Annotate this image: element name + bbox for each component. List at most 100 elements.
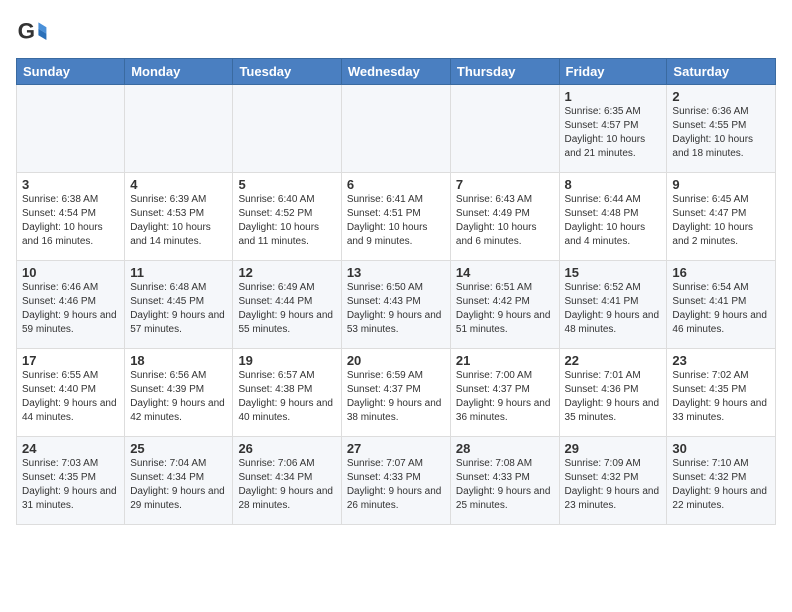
day-number: 14 (456, 265, 554, 280)
day-info: Sunrise: 6:48 AM Sunset: 4:45 PM Dayligh… (130, 281, 227, 337)
day-number: 8 (565, 177, 662, 192)
day-number: 27 (347, 441, 445, 456)
calendar-cell: 15Sunrise: 6:52 AM Sunset: 4:41 PM Dayli… (559, 261, 667, 349)
day-number: 3 (22, 177, 119, 192)
day-info: Sunrise: 7:03 AM Sunset: 4:35 PM Dayligh… (22, 457, 119, 513)
day-info: Sunrise: 7:08 AM Sunset: 4:33 PM Dayligh… (456, 457, 554, 513)
calendar-cell: 14Sunrise: 6:51 AM Sunset: 4:42 PM Dayli… (450, 261, 559, 349)
calendar-cell: 2Sunrise: 6:36 AM Sunset: 4:55 PM Daylig… (667, 85, 776, 173)
calendar-cell: 30Sunrise: 7:10 AM Sunset: 4:32 PM Dayli… (667, 437, 776, 525)
day-info: Sunrise: 6:54 AM Sunset: 4:41 PM Dayligh… (672, 281, 770, 337)
day-info: Sunrise: 6:39 AM Sunset: 4:53 PM Dayligh… (130, 193, 227, 249)
calendar-cell: 1Sunrise: 6:35 AM Sunset: 4:57 PM Daylig… (559, 85, 667, 173)
calendar-cell: 13Sunrise: 6:50 AM Sunset: 4:43 PM Dayli… (341, 261, 450, 349)
day-number: 11 (130, 265, 227, 280)
calendar-cell: 18Sunrise: 6:56 AM Sunset: 4:39 PM Dayli… (125, 349, 233, 437)
day-info: Sunrise: 6:46 AM Sunset: 4:46 PM Dayligh… (22, 281, 119, 337)
day-number: 1 (565, 89, 662, 104)
calendar-cell: 6Sunrise: 6:41 AM Sunset: 4:51 PM Daylig… (341, 173, 450, 261)
day-info: Sunrise: 6:57 AM Sunset: 4:38 PM Dayligh… (238, 369, 335, 425)
calendar-week-5: 24Sunrise: 7:03 AM Sunset: 4:35 PM Dayli… (17, 437, 776, 525)
day-number: 17 (22, 353, 119, 368)
day-number: 5 (238, 177, 335, 192)
day-number: 22 (565, 353, 662, 368)
day-number: 28 (456, 441, 554, 456)
calendar-cell: 17Sunrise: 6:55 AM Sunset: 4:40 PM Dayli… (17, 349, 125, 437)
calendar-cell (341, 85, 450, 173)
calendar-cell: 5Sunrise: 6:40 AM Sunset: 4:52 PM Daylig… (233, 173, 341, 261)
calendar-cell: 11Sunrise: 6:48 AM Sunset: 4:45 PM Dayli… (125, 261, 233, 349)
calendar-cell: 8Sunrise: 6:44 AM Sunset: 4:48 PM Daylig… (559, 173, 667, 261)
day-info: Sunrise: 6:35 AM Sunset: 4:57 PM Dayligh… (565, 105, 662, 161)
day-number: 19 (238, 353, 335, 368)
day-number: 16 (672, 265, 770, 280)
day-info: Sunrise: 7:07 AM Sunset: 4:33 PM Dayligh… (347, 457, 445, 513)
day-info: Sunrise: 7:10 AM Sunset: 4:32 PM Dayligh… (672, 457, 770, 513)
day-info: Sunrise: 6:40 AM Sunset: 4:52 PM Dayligh… (238, 193, 335, 249)
calendar-cell: 7Sunrise: 6:43 AM Sunset: 4:49 PM Daylig… (450, 173, 559, 261)
day-number: 29 (565, 441, 662, 456)
weekday-header-wednesday: Wednesday (341, 59, 450, 85)
logo-icon: G (16, 16, 48, 48)
calendar-cell (17, 85, 125, 173)
calendar-cell: 16Sunrise: 6:54 AM Sunset: 4:41 PM Dayli… (667, 261, 776, 349)
day-number: 7 (456, 177, 554, 192)
weekday-header-saturday: Saturday (667, 59, 776, 85)
weekday-header-tuesday: Tuesday (233, 59, 341, 85)
calendar-cell (233, 85, 341, 173)
svg-text:G: G (18, 18, 35, 43)
calendar-cell: 25Sunrise: 7:04 AM Sunset: 4:34 PM Dayli… (125, 437, 233, 525)
day-number: 26 (238, 441, 335, 456)
day-number: 24 (22, 441, 119, 456)
calendar-week-1: 1Sunrise: 6:35 AM Sunset: 4:57 PM Daylig… (17, 85, 776, 173)
weekday-header-friday: Friday (559, 59, 667, 85)
calendar-cell: 26Sunrise: 7:06 AM Sunset: 4:34 PM Dayli… (233, 437, 341, 525)
weekday-header-thursday: Thursday (450, 59, 559, 85)
calendar-cell (125, 85, 233, 173)
day-info: Sunrise: 6:36 AM Sunset: 4:55 PM Dayligh… (672, 105, 770, 161)
logo: G (16, 16, 52, 48)
day-info: Sunrise: 7:00 AM Sunset: 4:37 PM Dayligh… (456, 369, 554, 425)
calendar-cell: 29Sunrise: 7:09 AM Sunset: 4:32 PM Dayli… (559, 437, 667, 525)
calendar-cell: 9Sunrise: 6:45 AM Sunset: 4:47 PM Daylig… (667, 173, 776, 261)
calendar-cell: 19Sunrise: 6:57 AM Sunset: 4:38 PM Dayli… (233, 349, 341, 437)
day-number: 21 (456, 353, 554, 368)
day-number: 12 (238, 265, 335, 280)
day-number: 6 (347, 177, 445, 192)
page-header: G (16, 16, 776, 48)
day-number: 15 (565, 265, 662, 280)
day-info: Sunrise: 6:38 AM Sunset: 4:54 PM Dayligh… (22, 193, 119, 249)
calendar-table: SundayMondayTuesdayWednesdayThursdayFrid… (16, 58, 776, 525)
day-info: Sunrise: 6:44 AM Sunset: 4:48 PM Dayligh… (565, 193, 662, 249)
day-info: Sunrise: 6:52 AM Sunset: 4:41 PM Dayligh… (565, 281, 662, 337)
day-number: 25 (130, 441, 227, 456)
day-info: Sunrise: 7:06 AM Sunset: 4:34 PM Dayligh… (238, 457, 335, 513)
calendar-cell: 23Sunrise: 7:02 AM Sunset: 4:35 PM Dayli… (667, 349, 776, 437)
day-info: Sunrise: 6:43 AM Sunset: 4:49 PM Dayligh… (456, 193, 554, 249)
day-info: Sunrise: 6:55 AM Sunset: 4:40 PM Dayligh… (22, 369, 119, 425)
calendar-cell: 12Sunrise: 6:49 AM Sunset: 4:44 PM Dayli… (233, 261, 341, 349)
day-info: Sunrise: 6:56 AM Sunset: 4:39 PM Dayligh… (130, 369, 227, 425)
day-info: Sunrise: 6:45 AM Sunset: 4:47 PM Dayligh… (672, 193, 770, 249)
day-number: 10 (22, 265, 119, 280)
calendar-header-row: SundayMondayTuesdayWednesdayThursdayFrid… (17, 59, 776, 85)
calendar-body: 1Sunrise: 6:35 AM Sunset: 4:57 PM Daylig… (17, 85, 776, 525)
day-number: 30 (672, 441, 770, 456)
calendar-cell: 3Sunrise: 6:38 AM Sunset: 4:54 PM Daylig… (17, 173, 125, 261)
day-number: 20 (347, 353, 445, 368)
calendar-cell: 22Sunrise: 7:01 AM Sunset: 4:36 PM Dayli… (559, 349, 667, 437)
calendar-week-2: 3Sunrise: 6:38 AM Sunset: 4:54 PM Daylig… (17, 173, 776, 261)
calendar-cell: 28Sunrise: 7:08 AM Sunset: 4:33 PM Dayli… (450, 437, 559, 525)
day-info: Sunrise: 7:01 AM Sunset: 4:36 PM Dayligh… (565, 369, 662, 425)
day-number: 18 (130, 353, 227, 368)
calendar-cell: 24Sunrise: 7:03 AM Sunset: 4:35 PM Dayli… (17, 437, 125, 525)
calendar-cell: 10Sunrise: 6:46 AM Sunset: 4:46 PM Dayli… (17, 261, 125, 349)
day-info: Sunrise: 6:49 AM Sunset: 4:44 PM Dayligh… (238, 281, 335, 337)
day-number: 13 (347, 265, 445, 280)
day-info: Sunrise: 7:02 AM Sunset: 4:35 PM Dayligh… (672, 369, 770, 425)
calendar-cell: 21Sunrise: 7:00 AM Sunset: 4:37 PM Dayli… (450, 349, 559, 437)
day-info: Sunrise: 6:50 AM Sunset: 4:43 PM Dayligh… (347, 281, 445, 337)
calendar-cell: 27Sunrise: 7:07 AM Sunset: 4:33 PM Dayli… (341, 437, 450, 525)
day-info: Sunrise: 7:09 AM Sunset: 4:32 PM Dayligh… (565, 457, 662, 513)
day-info: Sunrise: 6:41 AM Sunset: 4:51 PM Dayligh… (347, 193, 445, 249)
